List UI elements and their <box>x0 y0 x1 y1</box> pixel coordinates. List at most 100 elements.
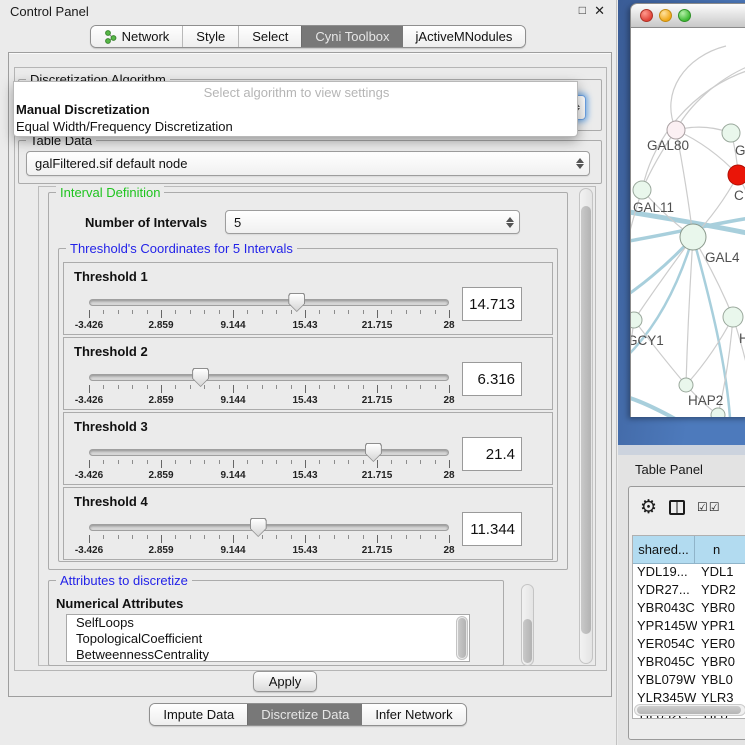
table-row[interactable]: YER054CYER0 <box>633 636 745 654</box>
network-canvas[interactable]: GAL80GACGAL11GAL4GCY1HHAP2 <box>630 28 745 417</box>
network-node[interactable] <box>722 124 740 142</box>
threshold-value-field[interactable]: 11.344 <box>462 512 522 546</box>
number-of-intervals-value: 5 <box>226 215 501 230</box>
threshold-value-field[interactable]: 14.713 <box>462 287 522 321</box>
table-row[interactable]: YBR045CYBR0 <box>633 654 745 672</box>
close-icon[interactable]: ✕ <box>594 3 605 19</box>
tick-mark <box>132 460 133 464</box>
threshold-slider-track[interactable] <box>89 524 449 531</box>
checkbox-icon[interactable]: ☑ <box>697 501 708 513</box>
node-label-hap2: HAP2 <box>688 393 723 408</box>
close-traffic-icon[interactable] <box>640 9 653 22</box>
table-row[interactable]: YBL079WYBL0 <box>633 672 745 690</box>
network-edge[interactable] <box>686 237 693 385</box>
cell-name: YER0 <box>697 636 745 654</box>
minimize-traffic-icon[interactable] <box>659 9 672 22</box>
threshold-slider-track[interactable] <box>89 374 449 381</box>
tick-label: 28 <box>443 545 454 556</box>
tab-network[interactable]: Network <box>91 26 183 47</box>
threshold-panel-1: Threshold 1-3.4262.8599.14415.4321.71528… <box>63 262 553 335</box>
zoom-traffic-icon[interactable] <box>678 9 691 22</box>
node-attribute-table[interactable]: shared... n YDL19...YDL1YDR27...YDR2YBR0… <box>632 535 745 719</box>
tab-discretize-data[interactable]: Discretize Data <box>247 704 362 725</box>
settings-scrollbar[interactable] <box>579 188 593 664</box>
network-node[interactable] <box>711 408 725 417</box>
threshold-label: Threshold 4 <box>74 494 148 509</box>
tick-mark <box>89 310 90 318</box>
table-row[interactable]: YBR043CYBR0 <box>633 600 745 618</box>
tab-style[interactable]: Style <box>182 26 238 47</box>
split-column-icon[interactable] <box>669 500 685 515</box>
tab-jactivemnodules[interactable]: jActiveMNodules <box>403 26 526 47</box>
slider-thumb-face <box>289 294 304 311</box>
attribute-list-item-selfloops[interactable]: SelfLoops <box>67 615 469 631</box>
tick-mark <box>147 385 148 389</box>
column-header-name[interactable]: n <box>695 536 745 563</box>
column-header-shared-name[interactable]: shared... <box>633 536 695 563</box>
gear-icon[interactable]: ⚙ <box>640 498 657 517</box>
node-label-gcy1: GCY1 <box>631 333 664 348</box>
network-node[interactable] <box>680 224 706 250</box>
tick-mark <box>190 460 191 464</box>
float-icon[interactable]: □ <box>579 3 586 17</box>
node-label-gal4: GAL4 <box>705 250 740 265</box>
tick-label: -3.426 <box>75 320 103 331</box>
network-node[interactable] <box>723 307 743 327</box>
attribute-list-item-betweennesscentrality[interactable]: BetweennessCentrality <box>67 647 469 662</box>
tick-mark <box>449 535 450 543</box>
tick-label: 21.715 <box>362 470 393 481</box>
tick-mark <box>132 310 133 314</box>
tab-cyni-toolbox[interactable]: Cyni Toolbox <box>301 26 402 47</box>
checkbox-icon[interactable]: ☑ <box>709 501 720 513</box>
tick-mark <box>377 460 378 468</box>
numerical-attributes-list[interactable]: SelfLoopsTopologicalCoefficientBetweenne… <box>66 614 470 662</box>
network-view-window: GAL80GACGAL11GAL4GCY1HHAP2 <box>630 3 745 417</box>
network-icon <box>104 30 117 44</box>
network-node[interactable] <box>679 378 693 392</box>
network-node[interactable] <box>631 312 642 328</box>
tick-mark <box>449 460 450 468</box>
bottom-tab-bar: Impute DataDiscretize DataInfer Network <box>0 703 616 726</box>
tick-mark <box>103 310 104 314</box>
tick-mark <box>147 460 148 464</box>
tick-mark <box>161 385 162 393</box>
threshold-slider-track[interactable] <box>89 449 449 456</box>
network-edge[interactable] <box>733 317 745 393</box>
slider-tick-labels: -3.4262.8599.14415.4321.71528 <box>89 545 449 557</box>
table-row[interactable]: YDL19...YDL1 <box>633 564 745 582</box>
tick-mark <box>175 310 176 314</box>
table-row[interactable]: YDR27...YDR2 <box>633 582 745 600</box>
threshold-value-field[interactable]: 6.316 <box>462 362 522 396</box>
slider-tick-labels: -3.4262.8599.14415.4321.71528 <box>89 320 449 332</box>
network-node[interactable] <box>728 165 745 185</box>
table-horizontal-scrollbar[interactable] <box>634 704 745 716</box>
network-edge[interactable] <box>634 320 686 385</box>
table-data-combobox[interactable]: galFiltered.sif default node <box>26 151 590 176</box>
tick-label: 21.715 <box>362 320 393 331</box>
tick-mark <box>449 385 450 393</box>
tick-mark <box>391 385 392 389</box>
tick-label: 15.43 <box>292 320 317 331</box>
tick-mark <box>391 460 392 464</box>
threshold-slider-track[interactable] <box>89 299 449 306</box>
attributes-list-scrollbar[interactable] <box>456 616 468 660</box>
apply-button[interactable]: Apply <box>253 671 317 692</box>
tab-impute-data[interactable]: Impute Data <box>150 704 247 725</box>
network-edge[interactable] <box>631 320 634 388</box>
network-node[interactable] <box>667 121 685 139</box>
network-node[interactable] <box>633 181 651 199</box>
dropdown-placeholder-item[interactable]: Select algorithm to view settings <box>14 84 577 101</box>
tab-infer-network[interactable]: Infer Network <box>362 704 465 725</box>
table-row[interactable]: YPR145WYPR1 <box>633 618 745 636</box>
dropdown-option-manual-discretization[interactable]: Manual Discretization <box>14 101 577 118</box>
attributes-pane-scrollbar[interactable] <box>521 584 534 666</box>
tab-select[interactable]: Select <box>238 26 301 47</box>
threshold-value-field[interactable]: 21.4 <box>462 437 522 471</box>
tick-mark <box>247 385 248 389</box>
number-of-intervals-combobox[interactable]: 5 <box>225 210 520 234</box>
attribute-list-item-topologicalcoefficient[interactable]: TopologicalCoefficient <box>67 631 469 647</box>
network-window-titlebar[interactable] <box>630 3 745 28</box>
dropdown-option-equal-width-frequency[interactable]: Equal Width/Frequency Discretization <box>14 118 577 135</box>
tick-label: 9.144 <box>220 545 245 556</box>
network-edge[interactable] <box>631 396 677 417</box>
